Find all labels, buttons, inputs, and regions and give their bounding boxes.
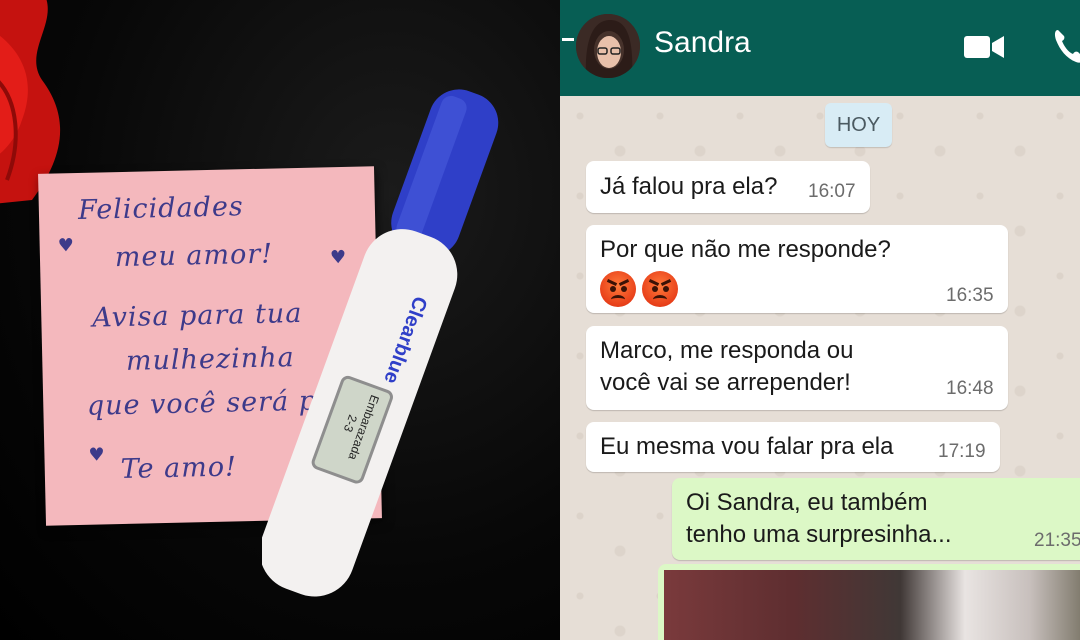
angry-face-emoji <box>600 271 636 307</box>
message-text: você vai se arrepender! <box>600 369 851 396</box>
chat-header: Sandra <box>560 0 1080 96</box>
heart-doodle-icon: ♥ <box>57 235 75 257</box>
date-chip: HOY <box>825 103 892 147</box>
note-and-pregnancy-test-photo: Felicidades meu amor! Avisa para tua mul… <box>0 0 560 640</box>
message-time: 17:19 <box>938 441 986 462</box>
phone-call-icon[interactable] <box>1054 28 1080 64</box>
message-text: Marco, me responda ou <box>600 337 854 364</box>
message-bubble-incoming[interactable]: Por que não me responde? 16:35 <box>586 225 1008 313</box>
message-time: 21:35 <box>1034 530 1080 551</box>
avatar-photo <box>576 14 640 78</box>
message-text: Já falou pra ela? <box>600 173 778 200</box>
contact-name[interactable]: Sandra <box>654 26 751 60</box>
message-bubble-outgoing[interactable]: Oi Sandra, eu também tenho uma surpresin… <box>672 478 1080 560</box>
photo-message[interactable] <box>658 564 1080 640</box>
photo-message-image[interactable] <box>664 570 1080 640</box>
message-bubble-incoming[interactable]: Já falou pra ela? 16:07 <box>586 161 870 213</box>
message-time: 16:35 <box>946 285 994 306</box>
video-call-icon[interactable] <box>964 34 1004 60</box>
message-text: Oi Sandra, eu também <box>686 489 928 516</box>
message-text: Eu mesma vou falar pra ela <box>600 433 894 460</box>
message-text: Por que não me responde? <box>600 236 891 263</box>
message-time: 16:48 <box>946 378 994 399</box>
message-text: tenho uma surpresinha... <box>686 521 952 548</box>
back-arrow-icon[interactable] <box>562 38 574 41</box>
contact-avatar[interactable] <box>576 14 640 78</box>
chat-screen: Sandra HOY Já falou pra ela? 16:07 Por q… <box>560 0 1080 640</box>
heart-doodle-icon: ♥ <box>88 444 105 466</box>
angry-face-emoji <box>642 271 678 307</box>
message-time: 16:07 <box>808 181 856 202</box>
message-bubble-incoming[interactable]: Marco, me responda ou você vai se arrepe… <box>586 326 1008 410</box>
message-bubble-incoming[interactable]: Eu mesma vou falar pra ela 17:19 <box>586 422 1000 472</box>
pregnancy-test: Clearblue Embarazada 2-3 <box>262 89 499 597</box>
